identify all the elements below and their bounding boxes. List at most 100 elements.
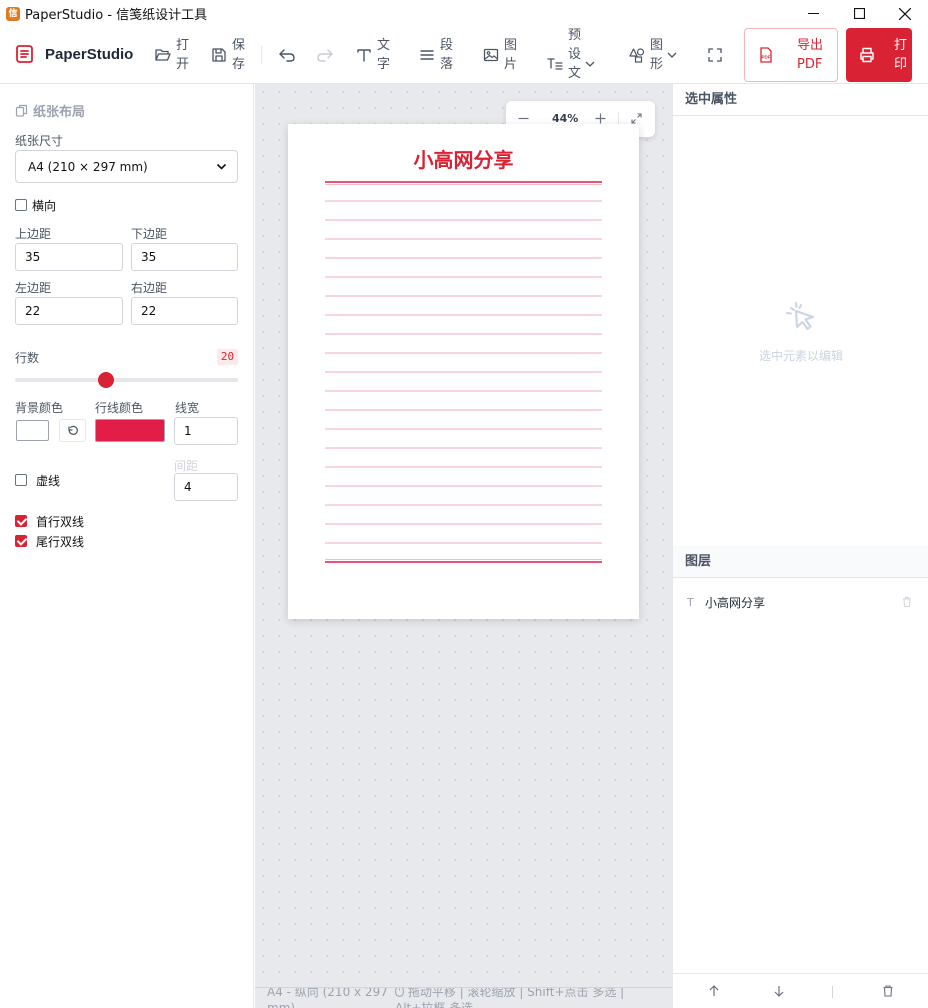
mouse-icon: [395, 988, 404, 997]
margin-top-input[interactable]: 35: [15, 243, 123, 271]
margin-right-input[interactable]: 22: [131, 297, 238, 325]
gap-input[interactable]: 4: [174, 473, 238, 501]
close-window-button[interactable]: [882, 0, 928, 27]
margin-bottom-value: 35: [141, 250, 157, 264]
line-color-label: 行线颜色: [95, 401, 144, 415]
brand: PaperStudio: [14, 43, 133, 65]
paragraph-label: 段落: [440, 38, 454, 72]
text-layer-icon: T: [687, 595, 694, 609]
maximize-button[interactable]: [836, 0, 882, 27]
printer-icon: [860, 47, 874, 63]
margin-right-label: 右边距: [131, 281, 168, 295]
cursor-click-icon: [786, 302, 814, 330]
app-icon: 信: [6, 6, 20, 21]
trash-icon[interactable]: [901, 596, 913, 608]
close-icon: [899, 7, 911, 20]
rows-slider-thumb[interactable]: [98, 372, 115, 388]
pdf-file-icon: PDF: [760, 47, 772, 63]
maximize-icon: [853, 8, 865, 19]
paper-size-value: A4 (210 × 297 mm): [28, 159, 148, 174]
open-label: 打开: [176, 38, 190, 72]
brand-name: PaperStudio: [45, 45, 134, 63]
gap-label: 间距: [174, 459, 199, 473]
export-pdf-button[interactable]: PDF 导出PDF: [744, 28, 838, 82]
delete-layer-icon[interactable]: [881, 984, 895, 998]
undo-icon: [279, 49, 295, 62]
first-row-double-checkbox[interactable]: [15, 515, 27, 527]
add-paragraph-button[interactable]: 段落: [418, 36, 454, 74]
paper-page[interactable]: 小高网分享: [288, 124, 639, 619]
fullscreen-button[interactable]: [706, 46, 728, 64]
print-button[interactable]: 打印: [846, 28, 912, 82]
properties-header: 选中属性: [673, 84, 928, 116]
image-icon: [483, 48, 499, 62]
chevron-down-icon: [585, 61, 595, 67]
ruled-lines: [325, 181, 602, 563]
arrow-up-icon[interactable]: [707, 984, 721, 998]
toolbar-divider: [261, 46, 262, 64]
undo-button[interactable]: [278, 46, 300, 64]
paper-title-text[interactable]: 小高网分享: [288, 144, 639, 173]
open-button[interactable]: 打开: [154, 36, 190, 74]
text-icon: [357, 49, 371, 62]
export-pdf-label: 导出PDF: [797, 38, 824, 72]
actions-divider: [832, 986, 833, 998]
line-color-swatch[interactable]: [95, 419, 165, 442]
dashed-label: 虚线: [36, 474, 61, 488]
margin-bottom-label: 下边距: [131, 227, 168, 241]
first-row-double-label: 首行双线: [36, 515, 85, 529]
paper-size-select[interactable]: A4 (210 × 297 mm): [15, 150, 238, 183]
main-toolbar: PaperStudio 打开 保存 文字 段落 图片 预设文本 图形 PD: [0, 27, 928, 100]
layout-section-title: 纸张布局: [15, 101, 85, 120]
reset-bg-color-button[interactable]: [59, 419, 86, 442]
chevron-down-icon: [667, 52, 677, 58]
margin-bottom-input[interactable]: 35: [131, 243, 238, 271]
image-label: 图片: [504, 38, 518, 72]
rows-value-badge: 20: [217, 349, 238, 365]
rows-label: 行数: [15, 351, 40, 365]
shape-dropdown[interactable]: 图形: [628, 36, 677, 74]
minimize-button[interactable]: [790, 0, 836, 27]
window-title: PaperStudio - 信笺纸设计工具: [25, 8, 208, 23]
add-text-button[interactable]: 文字: [355, 36, 391, 74]
bg-color-label: 背景颜色: [15, 401, 64, 415]
reset-icon: [67, 425, 78, 435]
copy-icon: [15, 104, 28, 117]
redo-icon: [317, 49, 333, 62]
status-hint-text: 拖动平移 | 滚轮缩放 | Shift+点击 多选 | Alt+拉框 多选: [395, 987, 625, 1008]
landscape-label: 横向: [32, 199, 57, 213]
empty-selection-hint: 选中元素以编辑: [758, 349, 843, 363]
minimize-icon: [807, 13, 819, 14]
line-width-input[interactable]: 1: [174, 417, 238, 445]
layout-section-label: 纸张布局: [33, 105, 86, 120]
layers-header: 图层: [673, 546, 928, 578]
paper-size-label: 纸张尺寸: [15, 134, 64, 148]
window-titlebar: 信 PaperStudio - 信笺纸设计工具: [0, 0, 928, 27]
shape-label: 图形: [650, 38, 664, 72]
paper-logo-icon: [16, 45, 33, 63]
margin-left-input[interactable]: 22: [15, 297, 123, 325]
print-label: 打印: [894, 38, 908, 72]
design-canvas[interactable]: 44% 小高网分享: [255, 84, 672, 987]
status-bar: A4 - 纵向 (210 x 297 mm) 拖动平移 | 滚轮缩放 | Shi…: [255, 987, 672, 1008]
last-row-double-label: 尾行双线: [36, 535, 85, 549]
expand-icon: [631, 113, 642, 124]
add-image-button[interactable]: 图片: [482, 36, 518, 74]
bg-color-swatch[interactable]: [16, 420, 49, 441]
save-button[interactable]: 保存: [210, 36, 246, 74]
folder-open-icon: [155, 49, 171, 61]
plus-icon: [595, 113, 606, 124]
pdf-icon-text: PDF: [762, 55, 771, 60]
layer-item[interactable]: T 小高网分享: [673, 590, 928, 614]
last-row-double-checkbox[interactable]: [15, 535, 27, 547]
chevron-down-icon: [216, 163, 227, 170]
rows-slider-track[interactable]: [15, 378, 238, 382]
arrow-down-icon[interactable]: [772, 984, 786, 998]
dashed-checkbox[interactable]: [15, 474, 27, 486]
text-label: 文字: [377, 38, 391, 72]
layer-name: 小高网分享: [705, 595, 766, 610]
fullscreen-icon: [708, 48, 722, 62]
margin-left-label: 左边距: [15, 281, 52, 295]
landscape-checkbox[interactable]: [15, 199, 27, 211]
redo-button[interactable]: [316, 46, 338, 64]
